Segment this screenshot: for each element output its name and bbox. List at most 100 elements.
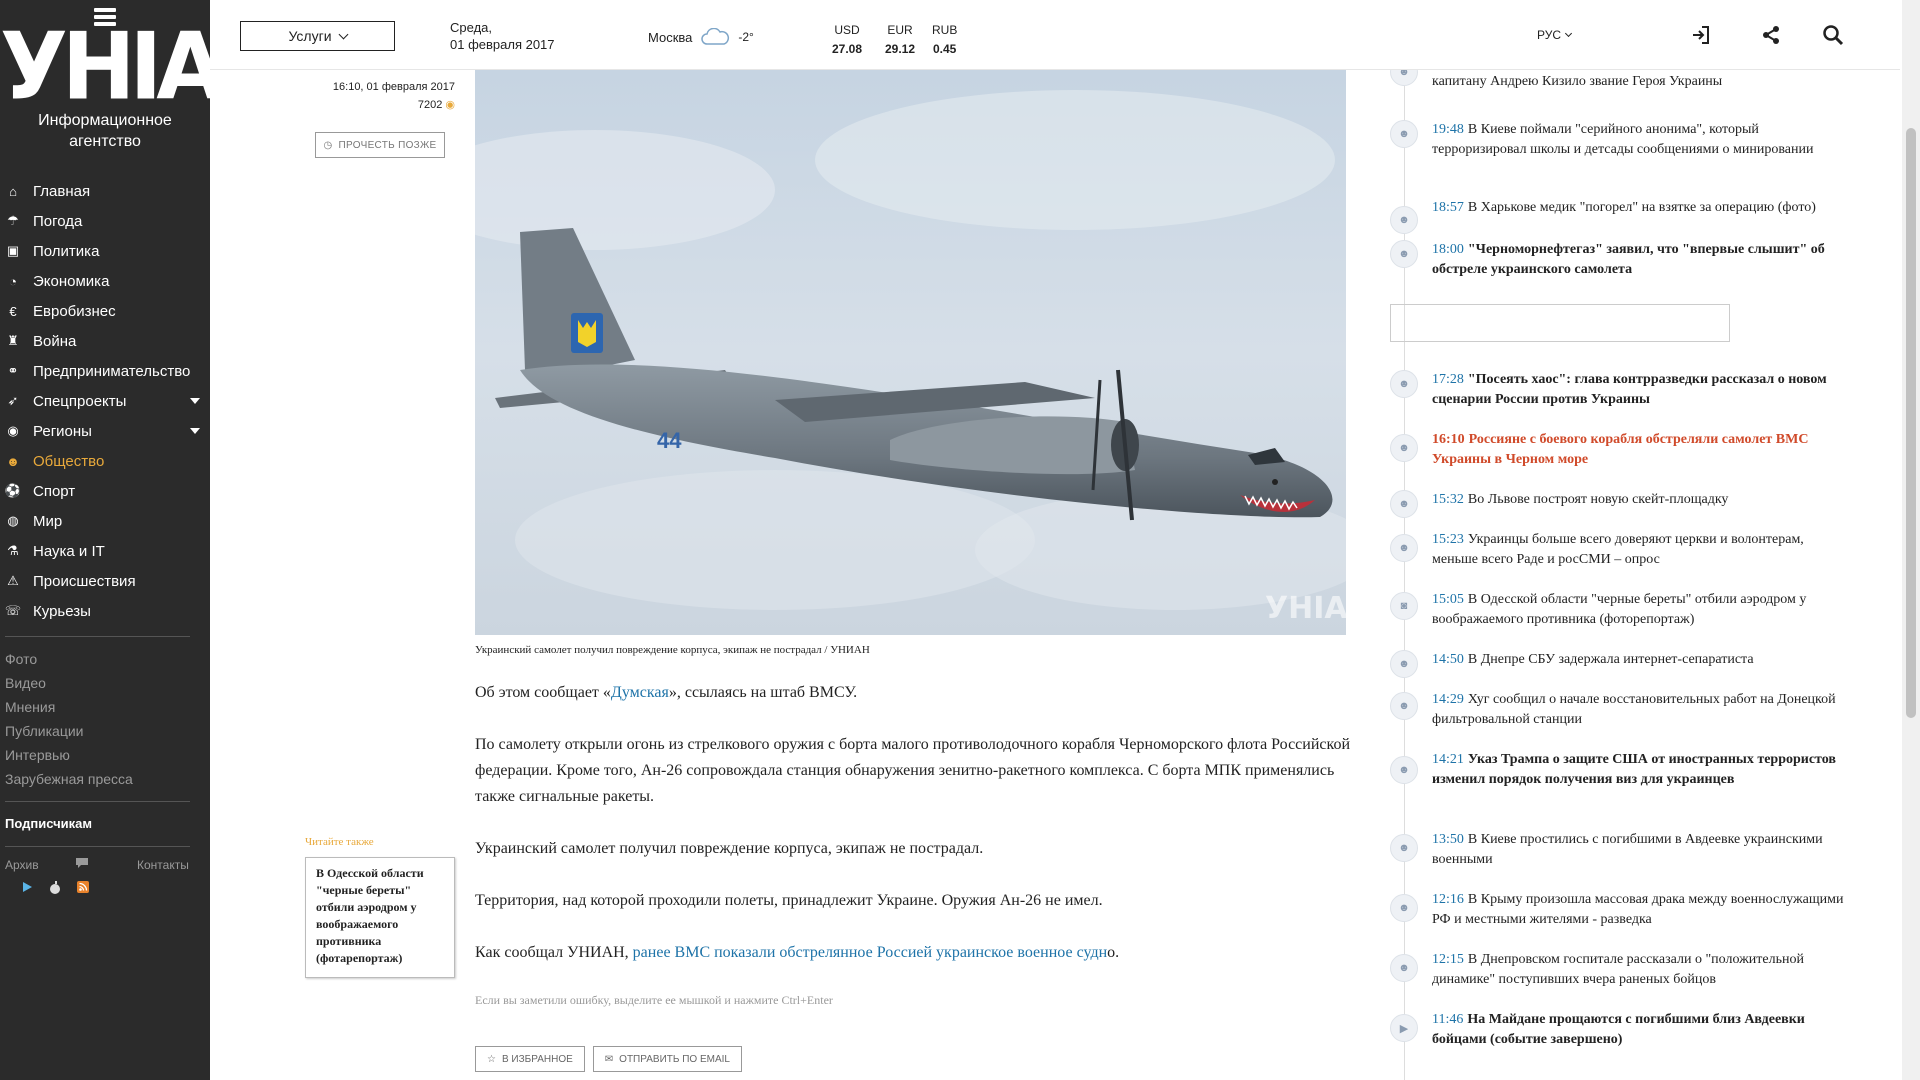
google-play-icon[interactable] — [20, 880, 34, 894]
nav-item-eurobusiness[interactable]: € Евробизнес — [0, 296, 210, 326]
scrollbar-thumb[interactable] — [1906, 128, 1916, 718]
app-links — [0, 880, 210, 894]
link-subscribers[interactable]: Подписчикам — [0, 812, 210, 836]
add-to-favorites-button[interactable]: ☆ В ИЗБРАННОЕ — [475, 1046, 585, 1072]
nav-item-war[interactable]: ♜ Война — [0, 326, 210, 356]
article: 16:10, 01 февраля 2017 7202 ◉ ◷ ПРОЧЕСТЬ… — [210, 70, 1350, 1080]
feed-item-time: 15:23 — [1432, 532, 1464, 547]
read-later-button[interactable]: ◷ ПРОЧЕСТЬ ПОЗЖЕ — [315, 132, 445, 158]
feed-item-title: В Одесской области "черные береты" отбил… — [1432, 592, 1807, 627]
article-body: Об этом сообщает «Думская», ссылаясь на … — [475, 680, 1355, 992]
nav-item-sport[interactable]: ⚽ Спорт — [0, 476, 210, 506]
caret-down-icon[interactable] — [190, 428, 200, 434]
source-link[interactable]: Думская — [611, 684, 669, 701]
divider — [5, 801, 190, 802]
feed-item-time: 11:46 — [1432, 1012, 1464, 1027]
link-opinions[interactable]: Мнения — [0, 695, 210, 719]
nav-item-economy[interactable]: ◔ Экономика — [0, 266, 210, 296]
nav-item-business[interactable]: ⚭ Предпринимательство — [0, 356, 210, 386]
chevron-down-icon — [338, 29, 348, 39]
language-selector[interactable]: РУС — [1537, 28, 1573, 42]
paragraph: Об этом сообщает «Думская», ссылаясь на … — [475, 684, 858, 701]
location-icon: ◉ — [7, 423, 19, 438]
nav-item-home[interactable]: ⌂ Главная — [0, 176, 210, 206]
nav-item-politics[interactable]: ▣ Политика — [0, 236, 210, 266]
currency-rub: RUB 0.45 — [932, 23, 958, 56]
people-icon: ☻ — [1390, 756, 1418, 784]
eye-icon: ◉ — [445, 99, 455, 111]
link-photo[interactable]: Фото — [0, 647, 210, 671]
feed-item-time: 16:10 — [1432, 432, 1465, 447]
feed-item-title: В Днепровском госпитале рассказали о "по… — [1432, 952, 1804, 987]
logo-wordmark[interactable]: УНІАН — [0, 20, 292, 112]
feed-item-time: 12:16 — [1432, 892, 1464, 907]
related-link[interactable]: ранее ВМС показали обстрелянное Россией … — [633, 944, 1107, 961]
share-icon[interactable] — [1760, 24, 1782, 46]
people-icon: ☻ — [1390, 370, 1418, 398]
people-icon: ☻ — [1390, 894, 1418, 922]
feed-item-time: 12:15 — [1432, 952, 1464, 967]
people-icon: ☻ — [1390, 692, 1418, 720]
currency-usd: USD 27.08 — [832, 23, 863, 56]
feed-item-time: 14:29 — [1432, 692, 1464, 707]
home-icon: ⌂ — [9, 183, 17, 199]
main-nav: ⌂ Главная ☂ Погода ▣ Политика ◔ Экономика € Е… — [0, 176, 210, 626]
link-foreign-press[interactable]: Зарубежная пресса — [0, 767, 210, 791]
nav-item-world[interactable]: ◍ Мир — [0, 506, 210, 536]
paragraph: По самолету открыли огонь из стрелкового… — [475, 736, 1351, 805]
caret-down-icon[interactable] — [190, 398, 200, 404]
nav-item-specprojects[interactable]: ➶ Спецпроекты — [0, 386, 210, 416]
divider — [5, 636, 190, 637]
feed-item-time: 15:32 — [1432, 492, 1464, 507]
apple-icon[interactable] — [48, 880, 62, 894]
feed-item-title: В Крыму произошла массовая драка между в… — [1432, 892, 1844, 927]
current-date: Среда, 01 февраля 2017 — [450, 20, 555, 52]
watermark: УНІАН — [1265, 591, 1346, 626]
link-archive[interactable]: Архив — [5, 858, 75, 872]
feed-item-title: В Киеве простились с погибшими в Авдеевк… — [1432, 832, 1823, 867]
photo-caption: Украинский самолет получил повреждение к… — [475, 644, 870, 656]
feed-item-time: 17:28 — [1432, 372, 1464, 387]
people-icon: ☻ — [1390, 954, 1418, 982]
logo[interactable]: УНІАН Информационное агентство — [0, 0, 292, 152]
search-icon[interactable] — [1822, 24, 1844, 46]
login-icon[interactable] — [1690, 24, 1712, 46]
rss-icon[interactable] — [76, 880, 90, 894]
link-publications[interactable]: Публикации — [0, 719, 210, 743]
nav-item-curiosities[interactable]: ☏ Курьезы — [0, 596, 210, 626]
link-contacts[interactable]: Контакты — [137, 858, 189, 872]
link-video[interactable]: Видео — [0, 671, 210, 695]
nav-item-incidents[interactable]: ⚠ Происшествия — [0, 566, 210, 596]
feed-item-title: На Майдане прощаются с погибшими близ Ав… — [1432, 1012, 1805, 1047]
services-dropdown[interactable]: Услуги — [240, 21, 395, 51]
chat-icon[interactable] — [75, 857, 137, 872]
ad-placeholder — [1390, 304, 1730, 342]
link-interviews[interactable]: Интервью — [0, 743, 210, 767]
news-feed: ☻20:09Порошенко посмертно присвоил погиб… — [1390, 54, 1872, 1080]
send-email-button[interactable]: ✉ ОТПРАВИТЬ ПО EMAIL — [592, 1046, 742, 1072]
read-also-card[interactable]: В Одесской области "черные береты" отбил… — [305, 857, 455, 978]
star-icon: ☆ — [487, 1053, 496, 1065]
weather-widget[interactable]: Москва -2° — [648, 28, 754, 46]
article-actions: ☆ В ИЗБРАННОЕ ✉ ОТПРАВИТЬ ПО EMAIL — [475, 1046, 742, 1072]
divider — [5, 846, 190, 847]
people-icon: ☻ — [1390, 434, 1418, 462]
weather-city: Москва — [648, 29, 693, 45]
people-icon: ☻ — [1390, 534, 1418, 562]
people-icon: ☻ — [1390, 206, 1418, 234]
people-icon: ☻ — [6, 453, 20, 469]
briefcase-icon: ▣ — [6, 243, 20, 258]
article-photo: 44 УНІАН — [475, 70, 1346, 635]
people-icon: ☻ — [1390, 834, 1418, 862]
envelope-icon: ✉ — [604, 1053, 614, 1065]
nav-item-science[interactable]: ⚗ Наука и IT — [0, 536, 210, 566]
nav-item-weather[interactable]: ☂ Погода — [0, 206, 210, 236]
camera-icon: ◙ — [1390, 592, 1418, 620]
flask-icon: ⚗ — [7, 543, 19, 558]
pie-chart-icon: ◔ — [9, 273, 17, 289]
nav-item-society[interactable]: ☻ Общество — [0, 446, 210, 476]
feed-item-title: Украинцы больше всего доверяют церкви и … — [1432, 532, 1804, 567]
scrollbar[interactable] — [1902, 0, 1920, 1080]
feed-item-title: Хуг сообщил о начале восстановительных р… — [1432, 692, 1836, 727]
nav-item-regions[interactable]: ◉ Регионы — [0, 416, 210, 446]
